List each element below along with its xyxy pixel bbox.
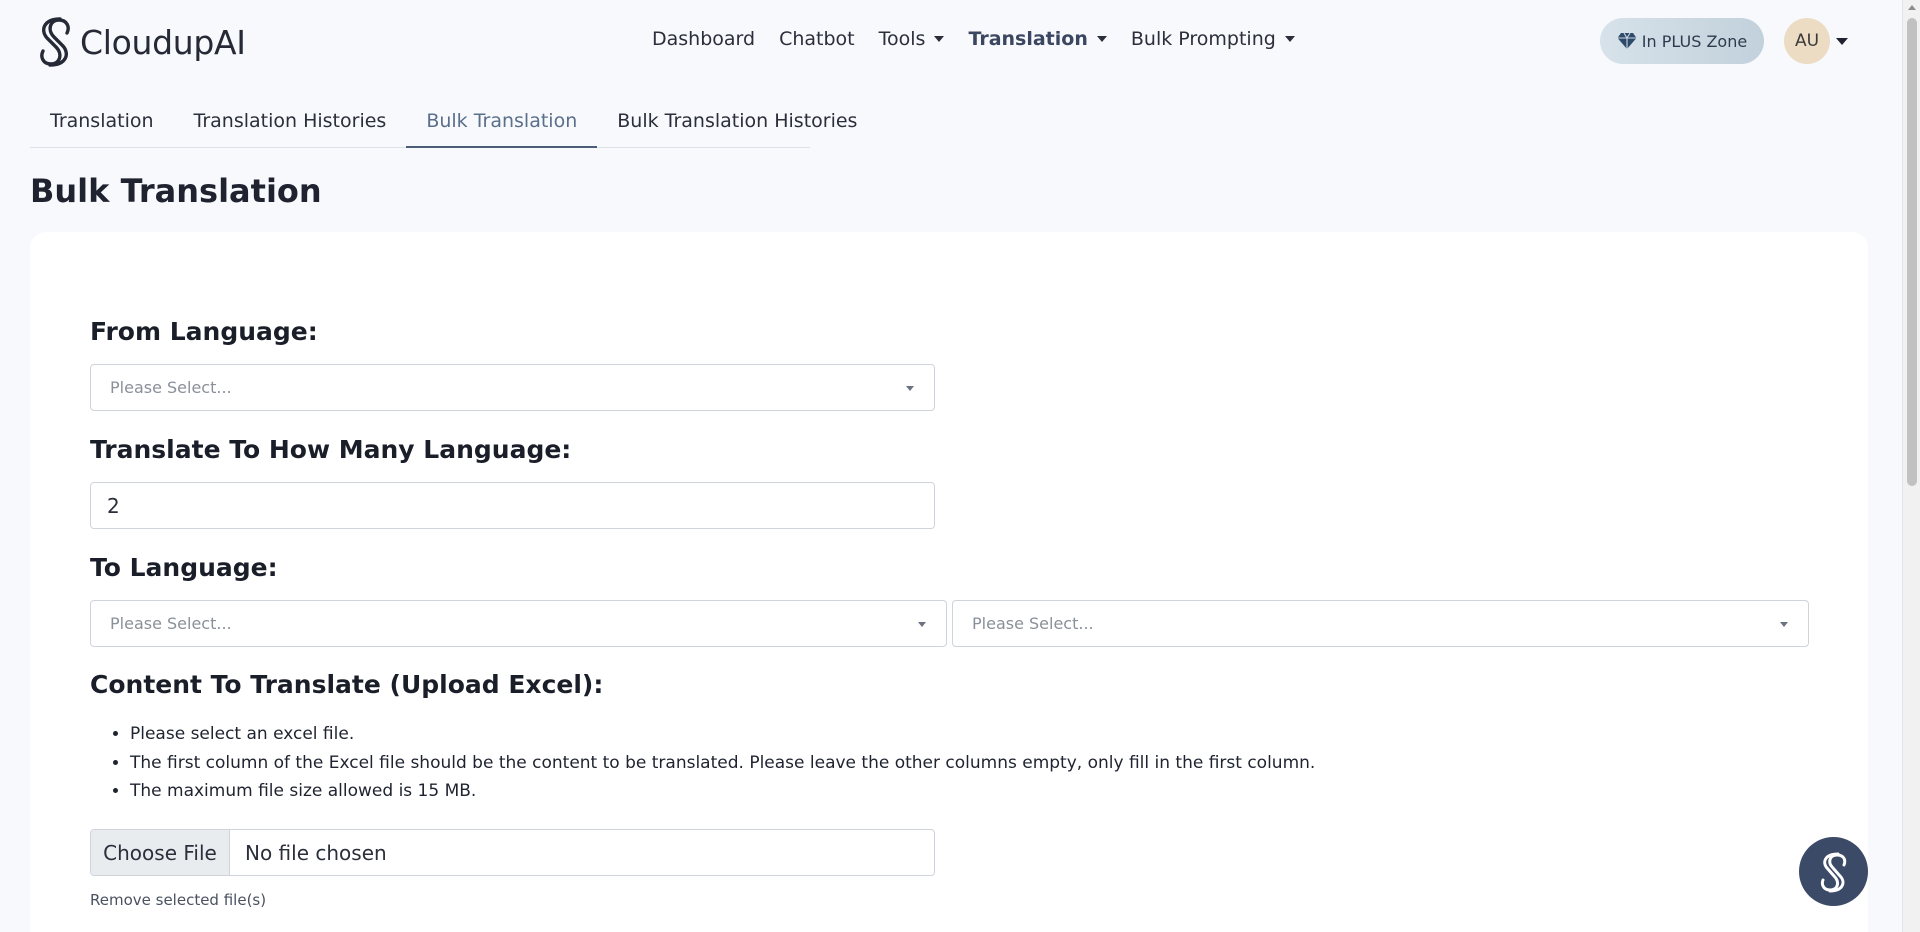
from-language-label: From Language: [90,317,318,346]
how-many-label: Translate To How Many Language: [90,435,572,464]
page: CloudupAI Dashboard Chatbot Tools Transl… [0,0,1920,932]
chat-assistant-button[interactable] [1799,837,1868,906]
nav-translation-label: Translation [968,28,1088,50]
instruction-item: The first column of the Excel file shoul… [130,749,1315,778]
instruction-item: The maximum file size allowed is 15 MB. [130,777,1315,806]
tab-translation-histories-label: Translation Histories [193,110,387,132]
tab-translation[interactable]: Translation [30,96,174,148]
to-language-select-2[interactable]: Please Select... [952,600,1809,647]
top-navbar: CloudupAI Dashboard Chatbot Tools Transl… [0,0,1902,82]
cloudup-logo-icon [1820,852,1846,892]
from-language-select[interactable]: Please Select... [90,364,935,411]
page-title: Bulk Translation [30,172,322,210]
chevron-down-icon [1096,36,1107,42]
nav-tools-label: Tools [878,28,926,50]
avatar-initials: AU [1794,31,1820,51]
content-label: Content To Translate (Upload Excel): [90,670,604,699]
to-language-label: To Language: [90,553,278,582]
brand-name: CloudupAI [80,22,246,62]
avatar[interactable]: AU [1784,18,1830,64]
diamond-icon [1617,32,1637,49]
main-nav: Dashboard Chatbot Tools Translation Bulk… [652,28,1319,50]
remove-files-link[interactable]: Remove selected file(s) [90,891,266,909]
chevron-down-icon [906,386,914,391]
to-language-placeholder-2: Please Select... [972,614,1094,633]
chevron-down-icon [1780,622,1788,627]
cloudup-logo-icon [40,17,70,67]
nav-tools[interactable]: Tools [879,28,945,50]
page-scrollbar[interactable] [1902,0,1920,932]
plus-zone-badge[interactable]: In PLUS Zone [1600,18,1764,64]
nav-bulk-prompting-label: Bulk Prompting [1130,28,1276,50]
to-language-placeholder-1: Please Select... [110,614,232,633]
from-language-placeholder: Please Select... [110,378,232,397]
chevron-down-icon [934,36,945,42]
tab-bulk-translation-label: Bulk Translation [426,110,578,132]
nav-dashboard-label: Dashboard [652,28,756,50]
nav-translation[interactable]: Translation [968,28,1107,50]
tab-bulk-translation-histories-label: Bulk Translation Histories [617,110,858,132]
tab-bulk-translation[interactable]: Bulk Translation [406,96,598,148]
excel-file-input[interactable]: Choose File No file chosen [90,829,935,876]
translation-tabs: Translation Translation Histories Bulk T… [30,96,857,148]
brand[interactable]: CloudupAI [36,16,246,68]
chevron-down-icon [1284,36,1295,42]
plus-zone-label: In PLUS Zone [1641,31,1748,51]
chevron-down-icon [918,622,926,627]
tab-bulk-translation-histories[interactable]: Bulk Translation Histories [597,96,877,148]
nav-bulk-prompting[interactable]: Bulk Prompting [1131,28,1295,50]
how-many-input[interactable]: 2 [90,482,935,529]
instruction-item: Please select an excel file. [130,720,1315,749]
upload-instructions: Please select an excel file. The first c… [130,720,1315,806]
tab-translation-label: Translation [50,110,154,132]
user-menu-caret-icon[interactable] [1836,38,1848,45]
file-status: No file chosen [245,840,387,865]
scroll-up-arrow-icon[interactable] [1908,5,1916,10]
how-many-value: 2 [107,493,120,518]
nav-dashboard[interactable]: Dashboard [652,28,755,50]
to-language-select-1[interactable]: Please Select... [90,600,947,647]
choose-file-button[interactable]: Choose File [91,830,230,875]
tab-translation-histories[interactable]: Translation Histories [174,96,407,148]
scrollbar-thumb[interactable] [1907,18,1917,486]
nav-chatbot-label: Chatbot [779,28,855,50]
nav-chatbot[interactable]: Chatbot [779,28,855,50]
